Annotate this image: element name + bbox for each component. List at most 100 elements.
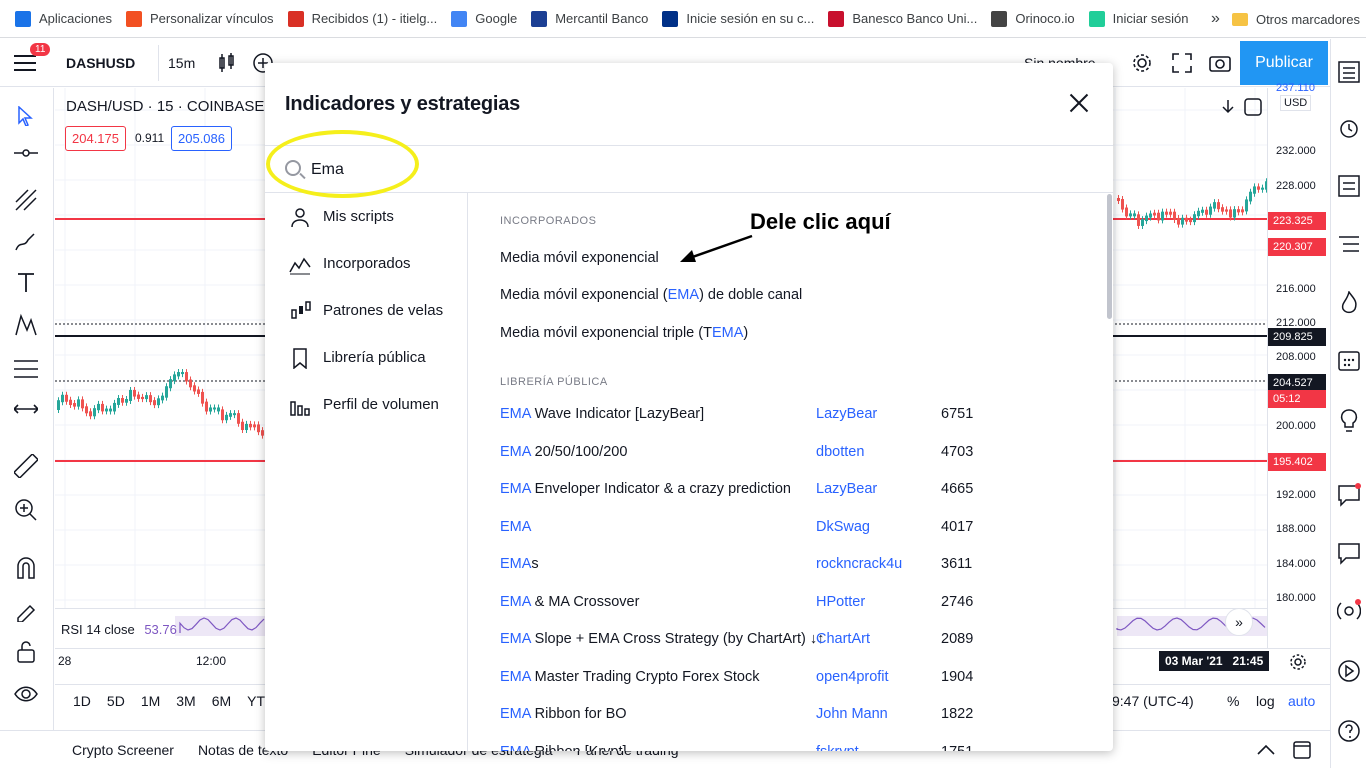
- script-author[interactable]: fskrypt: [816, 744, 941, 751]
- public-script-row[interactable]: EMA Ribbon for BO John Mann 1822: [469, 696, 1097, 734]
- interval-button[interactable]: 15m: [168, 55, 195, 71]
- price-axis[interactable]: USD 232.000 228.000 216.000 212.000 208.000 2…: [1267, 82, 1330, 648]
- candle-style-icon[interactable]: [216, 53, 236, 73]
- range-button[interactable]: 1M: [141, 693, 160, 709]
- bookmark-item[interactable]: Personalizar vínculos: [119, 0, 281, 38]
- maximize-panel-icon[interactable]: [1293, 741, 1311, 759]
- more-bookmarks-button[interactable]: »: [1211, 10, 1220, 28]
- ideas-bulb-icon[interactable]: [1339, 409, 1359, 433]
- range-button[interactable]: 6M: [212, 693, 231, 709]
- log-toggle[interactable]: log: [1256, 693, 1275, 709]
- category-item[interactable]: Librería pública: [265, 334, 467, 381]
- lock-drawing-icon[interactable]: [15, 598, 37, 622]
- candle-body: [173, 374, 176, 382]
- watchlist-icon[interactable]: [1338, 61, 1360, 83]
- percent-toggle[interactable]: %: [1227, 693, 1239, 709]
- candle-body: [253, 424, 256, 428]
- brush-icon[interactable]: [14, 230, 38, 254]
- pattern-icon[interactable]: [14, 313, 38, 337]
- publish-button[interactable]: Publicar: [1240, 41, 1328, 85]
- builtin-indicator[interactable]: Media móvil exponencial triple (T EMA): [469, 314, 1097, 352]
- search-input[interactable]: [311, 156, 1051, 184]
- candle-body: [149, 395, 152, 403]
- chevron-up-icon[interactable]: [1256, 743, 1276, 757]
- gear-icon[interactable]: [1289, 653, 1307, 671]
- range-button[interactable]: 3M: [176, 693, 195, 709]
- trend-line-icon[interactable]: [14, 148, 38, 158]
- scale-toggle-icon[interactable]: [1244, 98, 1262, 116]
- script-author[interactable]: LazyBear: [816, 406, 941, 422]
- scroll-down-icon[interactable]: [1219, 98, 1237, 116]
- bookmark-item[interactable]: Recibidos (1) - itielg...: [281, 0, 445, 38]
- category-item[interactable]: Incorporados: [265, 240, 467, 287]
- public-script-row[interactable]: EMA DkSwag 4017: [469, 508, 1097, 546]
- script-author[interactable]: rockncrack4u: [816, 556, 941, 572]
- public-script-row[interactable]: EMA Ribbon [Krypt]fskrypt1751: [469, 733, 1097, 751]
- text-tool-icon[interactable]: [16, 272, 36, 294]
- public-script-row[interactable]: EMA & MA Crossover HPotter 2746: [469, 583, 1097, 621]
- script-author[interactable]: ChartArt: [816, 631, 941, 647]
- bookmark-item[interactable]: Orinoco.io: [984, 0, 1081, 38]
- bookmark-item[interactable]: Aplicaciones: [8, 0, 119, 38]
- clock-label[interactable]: 9:47 (UTC-4): [1112, 693, 1194, 709]
- other-bookmarks[interactable]: Otros marcadores: [1256, 12, 1360, 27]
- bookmark-item[interactable]: Banesco Banco Uni...: [821, 0, 984, 38]
- bid-price[interactable]: 204.175: [65, 126, 126, 151]
- data-window-icon[interactable]: [1338, 175, 1360, 197]
- alarm-clock-icon[interactable]: [1338, 117, 1360, 139]
- public-script-row[interactable]: EMA Enveloper Indicator & a crazy predic…: [469, 471, 1097, 509]
- auto-toggle[interactable]: auto: [1288, 693, 1315, 709]
- measure-arrow-icon[interactable]: [14, 403, 38, 415]
- bottom-tab[interactable]: Crypto Screener: [72, 742, 174, 758]
- close-icon[interactable]: [1067, 91, 1091, 115]
- bookmark-item[interactable]: Inicie sesión en su c...: [655, 0, 821, 38]
- script-author[interactable]: open4profit: [816, 669, 941, 685]
- zoom-in-icon[interactable]: [14, 498, 38, 522]
- name-part: Media móvil exponencial: [500, 249, 659, 266]
- play-icon[interactable]: [1337, 659, 1361, 683]
- builtin-indicator[interactable]: Media móvil exponencial (EMA) de doble c…: [469, 277, 1097, 315]
- range-button[interactable]: 1D: [73, 693, 91, 709]
- public-script-row[interactable]: EMA 20/50/100/200 dbotten 4703: [469, 433, 1097, 471]
- help-icon[interactable]: [1337, 719, 1361, 743]
- calendar-icon[interactable]: [1338, 349, 1360, 371]
- public-script-row[interactable]: EMA Slope + EMA Cross Strategy (by Chart…: [469, 621, 1097, 659]
- public-script-row[interactable]: EMA Wave Indicator [LazyBear] LazyBear 675…: [469, 396, 1097, 434]
- scroll-right-button[interactable]: »: [1225, 608, 1253, 636]
- magnet-icon[interactable]: [15, 556, 37, 580]
- script-author[interactable]: DkSwag: [816, 519, 941, 535]
- script-author[interactable]: dbotten: [816, 444, 941, 460]
- script-author[interactable]: LazyBear: [816, 481, 941, 497]
- ruler-icon[interactable]: [14, 454, 38, 478]
- bookmark-item[interactable]: Google: [444, 0, 524, 38]
- settings-gear-icon[interactable]: [1131, 52, 1153, 74]
- fullscreen-icon[interactable]: [1172, 53, 1192, 73]
- public-script-row[interactable]: EMAs rockncrack4u 3611: [469, 546, 1097, 584]
- hotlist-flame-icon[interactable]: [1338, 291, 1360, 315]
- news-icon[interactable]: [1338, 233, 1360, 255]
- lock-icon[interactable]: [16, 640, 36, 664]
- category-item[interactable]: Mis scripts: [265, 193, 467, 240]
- script-author[interactable]: HPotter: [816, 594, 941, 610]
- category-item[interactable]: Patrones de velas: [265, 287, 467, 334]
- cursor-icon[interactable]: [16, 106, 34, 126]
- range-button[interactable]: 5D: [107, 693, 125, 709]
- builtin-indicator[interactable]: Media móvil exponencial: [469, 239, 1097, 277]
- prediction-icon[interactable]: [14, 358, 38, 380]
- fib-icon[interactable]: [14, 188, 38, 212]
- chat-rooms-icon[interactable]: [1337, 541, 1361, 565]
- public-script-row[interactable]: EMA Master Trading Crypto Forex Stock ope…: [469, 658, 1097, 696]
- chat-icon[interactable]: [1337, 483, 1361, 507]
- camera-icon[interactable]: [1209, 53, 1231, 73]
- menu-button[interactable]: 11: [14, 43, 51, 71]
- ask-price[interactable]: 205.086: [171, 126, 232, 151]
- results-scrollbar[interactable]: [1107, 194, 1112, 319]
- category-item[interactable]: Perfil de volumen: [265, 381, 467, 428]
- script-author[interactable]: John Mann: [816, 706, 941, 722]
- bookmark-item[interactable]: Iniciar sesión: [1082, 0, 1196, 38]
- eye-icon[interactable]: [14, 682, 38, 706]
- symbol-search-button[interactable]: DASHUSD: [66, 55, 135, 71]
- match-highlight: EMA: [711, 324, 744, 341]
- streams-icon[interactable]: [1337, 599, 1361, 623]
- bookmark-item[interactable]: Mercantil Banco: [524, 0, 655, 38]
